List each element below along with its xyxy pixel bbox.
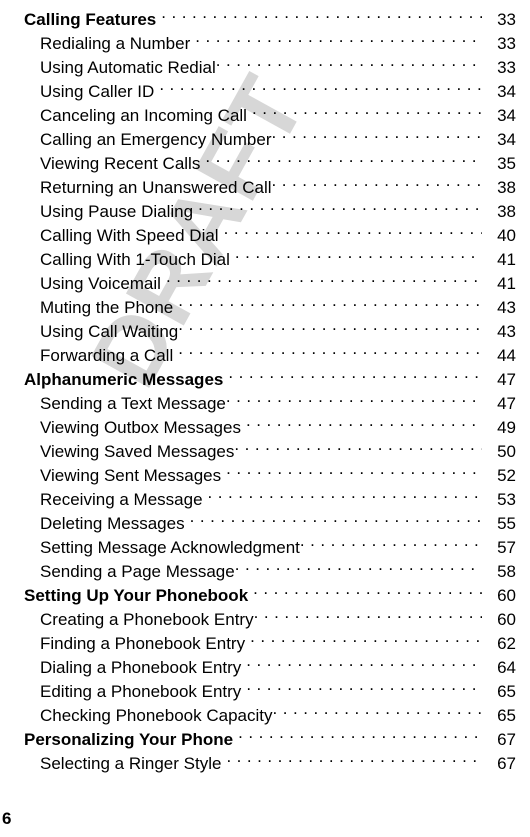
toc-dot-leader: [272, 697, 482, 721]
toc-dot-leader: [235, 553, 482, 577]
toc-entry-page-number: 38: [497, 178, 516, 197]
toc-dot-leader: [250, 625, 482, 649]
toc-entry-page-number: 58: [497, 562, 516, 581]
toc-entry-label: Dialing a Phonebook Entry: [40, 658, 242, 677]
toc-dot-leader: [272, 121, 483, 145]
toc-dot-leader: [178, 313, 482, 337]
toc-entry-page-number: 60: [497, 586, 516, 605]
toc-entry-label: Using Pause Dialing: [40, 202, 194, 221]
toc-dot-leader: [178, 337, 482, 361]
toc-entry-label: Editing a Phonebook Entry: [40, 682, 242, 701]
toc-dot-leader: [226, 457, 482, 481]
toc-entry-page-number: 65: [497, 706, 516, 725]
toc-dot-leader: [166, 265, 482, 289]
toc-dot-leader: [226, 385, 482, 409]
toc-entry-page-number: 33: [497, 34, 516, 53]
table-of-contents: Calling Features 33 Redialing a Number 33 Us…: [0, 0, 530, 773]
toc-dot-leader: [246, 409, 482, 433]
toc-entry-page-number: 55: [497, 514, 516, 533]
toc-entry-label: Sending a Page Message: [40, 562, 235, 581]
toc-entry-page-number: 64: [497, 658, 516, 677]
toc-entry-page-number: 67: [497, 730, 516, 749]
toc-entry-page-number: 57: [497, 538, 516, 557]
document-page: DRAFT Calling Features33Redialing a Numb…: [0, 0, 530, 837]
toc-dot-leader: [159, 73, 482, 97]
toc-dot-leader: [205, 145, 482, 169]
toc-entry-page-number: 40: [497, 226, 516, 245]
toc-entry-page-number: 53: [497, 490, 516, 509]
toc-entry[interactable]: Calling Features 33: [0, 1, 530, 29]
toc-entry-page-number: 47: [497, 370, 516, 389]
toc-entry-label: Selecting a Ringer Style: [40, 754, 222, 773]
toc-entry-label: Forwarding a Call: [40, 346, 174, 365]
toc-entry-label: Receiving a Message: [40, 490, 203, 509]
toc-dot-leader: [228, 361, 482, 385]
toc-dot-leader: [235, 241, 482, 265]
toc-entry-page-number: 41: [497, 274, 516, 293]
toc-entry-label: Calling With Speed Dial: [40, 226, 219, 245]
toc-entry-label: Using Call Waiting: [40, 322, 179, 341]
toc-dot-leader: [246, 649, 482, 673]
toc-entry-page-number: 47: [497, 394, 516, 413]
toc-entry-page-number: 35: [497, 154, 516, 173]
toc-entry-page-number: 62: [497, 634, 516, 653]
toc-entry-label: Using Voicemail: [40, 274, 161, 293]
toc-dot-leader: [246, 673, 482, 697]
toc-entry-page-number: 38: [497, 202, 516, 221]
toc-dot-leader: [198, 193, 482, 217]
toc-entry-label: Viewing Sent Messages: [40, 466, 222, 485]
toc-dot-leader: [252, 97, 482, 121]
toc-dot-leader: [272, 169, 482, 193]
toc-entry-label: Viewing Outbox Messages: [40, 418, 241, 437]
toc-entry-page-number: 44: [497, 346, 516, 365]
toc-entry-label: Muting the Phone: [40, 298, 174, 317]
toc-entry-label: Viewing Recent Calls: [40, 154, 201, 173]
page-number-folio: 6: [2, 809, 12, 828]
toc-entry-page-number: 43: [497, 298, 516, 317]
toc-dot-leader: [178, 289, 482, 313]
toc-dot-leader: [226, 745, 482, 769]
toc-entry-page-number: 34: [497, 106, 516, 125]
toc-entry-label: Personalizing Your Phone: [24, 730, 234, 749]
toc-dot-leader: [208, 481, 482, 505]
toc-entry-label: Viewing Saved Messages: [40, 442, 235, 461]
toc-entry-page-number: 49: [497, 418, 516, 437]
toc-dot-leader: [195, 25, 482, 49]
toc-entry-label: Finding a Phonebook Entry: [40, 634, 246, 653]
toc-entry-page-number: 34: [497, 130, 516, 149]
toc-entry-page-number: 43: [497, 322, 516, 341]
toc-dot-leader: [224, 217, 482, 241]
toc-entry-label: Deleting Messages: [40, 514, 185, 533]
toc-dot-leader: [238, 721, 482, 745]
toc-entry-label: Alphanumeric Messages: [24, 370, 224, 389]
toc-entry-label: Setting Up Your Phonebook: [24, 586, 249, 605]
toc-entry-page-number: 52: [497, 466, 516, 485]
toc-entry-page-number: 33: [497, 10, 516, 29]
toc-entry-label: Redialing a Number: [40, 34, 191, 53]
toc-entry-page-number: 34: [497, 82, 516, 101]
toc-dot-leader: [300, 529, 482, 553]
toc-entry-label: Sending a Text Message: [40, 394, 226, 413]
toc-entry-page-number: 65: [497, 682, 516, 701]
toc-entry-label: Canceling an Incoming Call: [40, 106, 247, 125]
toc-dot-leader: [216, 49, 482, 73]
toc-entry-label: Creating a Phonebook Entry: [40, 610, 254, 629]
toc-entry-label: Calling Features: [24, 10, 157, 29]
toc-dot-leader: [234, 433, 482, 457]
toc-dot-leader: [253, 577, 482, 601]
toc-entry-label: Using Caller ID: [40, 82, 155, 101]
toc-entry-page-number: 41: [497, 250, 516, 269]
toc-dot-leader: [254, 601, 482, 625]
toc-dot-leader: [161, 1, 482, 25]
toc-entry-page-number: 50: [497, 442, 516, 461]
toc-entry-page-number: 67: [497, 754, 516, 773]
toc-dot-leader: [190, 505, 482, 529]
toc-entry-page-number: 60: [497, 610, 516, 629]
toc-entry-page-number: 33: [497, 58, 516, 77]
